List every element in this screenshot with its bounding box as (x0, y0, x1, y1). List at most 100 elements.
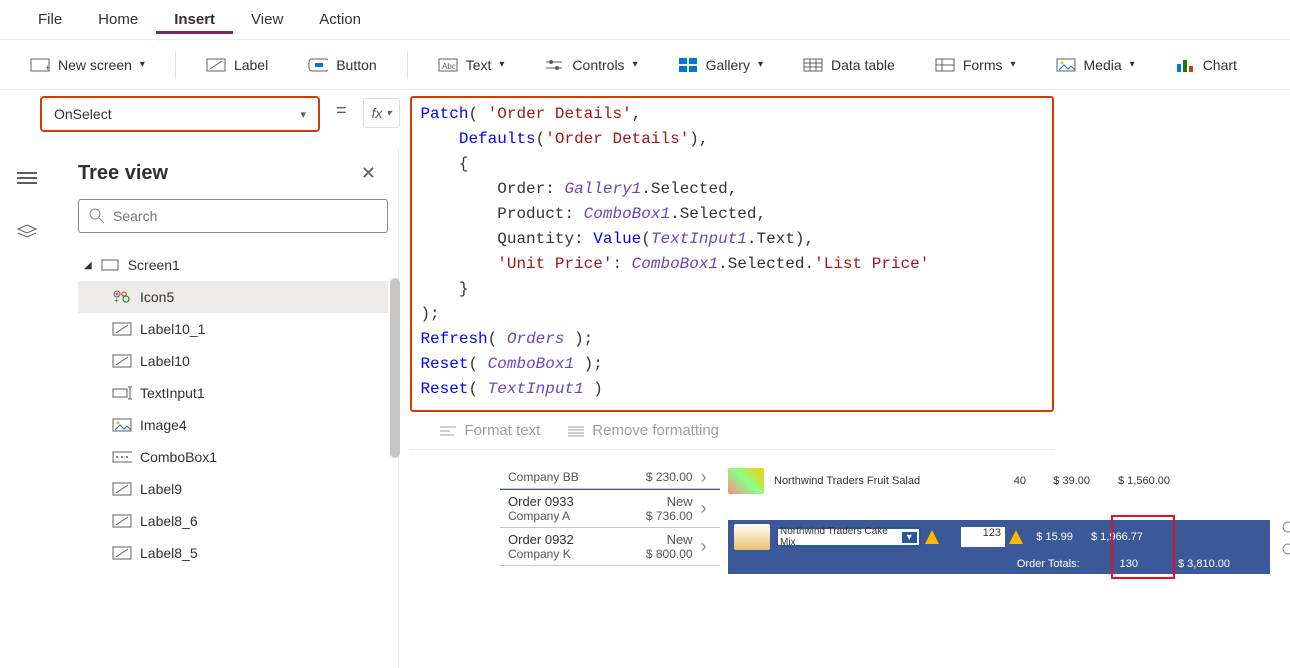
svg-text:+: + (45, 63, 50, 72)
label-icon (112, 353, 132, 369)
tree-item-icon5[interactable]: +Icon5 (78, 281, 388, 313)
separator (407, 51, 408, 79)
totals-label: Order Totals: (1017, 558, 1080, 570)
button-icon (308, 57, 328, 73)
chevron-down-icon: ▾ (758, 59, 763, 70)
menu-action[interactable]: Action (301, 5, 379, 34)
datatable-button[interactable]: Data table (793, 51, 905, 79)
tree-item-label8_5[interactable]: Label8_5 (78, 537, 388, 569)
gallery-btn-text: Gallery (706, 57, 750, 73)
chevron-right-icon: › (701, 536, 720, 557)
product-unit: $ 39.00 (1036, 475, 1090, 487)
close-icon[interactable]: ✕ (361, 163, 376, 184)
scrollbar[interactable] (390, 278, 400, 458)
gallery-icon (678, 57, 698, 73)
textinput-icon (112, 385, 132, 401)
combo-value: Northwind Traders Cake Mix (780, 526, 902, 548)
controls-btn-text: Controls (572, 57, 624, 73)
label-btn-text: Label (234, 57, 268, 73)
product-name: Northwind Traders Fruit Salad (774, 475, 974, 487)
menubar: File Home Insert View Action (0, 0, 1290, 40)
edit-row: Northwind Traders Cake Mix ▾ 123 $ 15.99… (728, 520, 1270, 554)
media-icon (1056, 57, 1076, 73)
remove-formatting-button[interactable]: Remove formatting (568, 422, 719, 439)
tree-item-combobox1[interactable]: ComboBox1 (78, 441, 388, 473)
format-icon (440, 425, 456, 437)
menu-view[interactable]: View (233, 5, 301, 34)
search-field[interactable] (113, 208, 377, 224)
warning-icon (925, 530, 939, 544)
datatable-btn-text: Data table (831, 57, 895, 73)
chevron-down-icon: ▾ (300, 108, 306, 121)
media-btn-text: Media (1084, 57, 1122, 73)
forms-button[interactable]: Forms ▾ (925, 51, 1026, 79)
menu-insert[interactable]: Insert (156, 5, 233, 34)
chevron-right-icon: › (701, 467, 720, 488)
fx-label: fx (372, 105, 383, 121)
product-image (728, 468, 764, 494)
format-text-label: Format text (464, 422, 540, 439)
media-button[interactable]: Media ▾ (1046, 51, 1145, 79)
order-row[interactable]: Order 0932NewCompany K$ 800.00› (500, 528, 720, 566)
icon-icon: + (112, 289, 132, 305)
layers-icon[interactable] (16, 224, 38, 240)
gallery-button[interactable]: Gallery ▾ (668, 51, 773, 79)
tree-item-label8_6[interactable]: Label8_6 (78, 505, 388, 537)
text-icon: Abc (438, 57, 458, 73)
qty-input[interactable]: 123 (961, 527, 1005, 547)
tree-item-label10_1[interactable]: Label10_1 (78, 313, 388, 345)
search-input[interactable] (78, 199, 388, 233)
tree-root[interactable]: ◢ Screen1 (78, 249, 388, 281)
warning-icon (1009, 530, 1023, 544)
tree-view-panel: Tree view ✕ ◢ Screen1 +Icon5 Label10_1 Lab… (54, 148, 399, 668)
forms-icon (935, 57, 955, 73)
remove-formatting-label: Remove formatting (592, 422, 719, 439)
tree-title: Tree view (78, 162, 168, 185)
button-button[interactable]: Button (298, 51, 386, 79)
chart-btn-text: Chart (1203, 57, 1237, 73)
text-btn-text: Text (466, 57, 492, 73)
fx-button[interactable]: fx ▾ (363, 98, 401, 128)
svg-text:+: + (114, 296, 119, 304)
tree-root-label: Screen1 (128, 257, 180, 273)
tree-item-label: Label8_6 (140, 513, 198, 529)
product-total: $ 1,560.00 (1100, 475, 1170, 487)
tree-item-label9[interactable]: Label9 (78, 473, 388, 505)
menu-file[interactable]: File (20, 5, 80, 34)
property-dropdown[interactable]: OnSelect ▾ (40, 96, 320, 132)
new-screen-label: New screen (58, 57, 132, 73)
label-icon (112, 481, 132, 497)
screen-icon: + (30, 57, 50, 73)
tree-item-label: Label10_1 (140, 321, 205, 337)
new-screen-button[interactable]: + New screen ▾ (20, 51, 155, 79)
search-icon (89, 208, 105, 224)
add-icon[interactable] (1276, 518, 1290, 558)
label-button[interactable]: Label (196, 51, 278, 79)
text-button[interactable]: Abc Text ▾ (428, 51, 515, 79)
tree-item-label10[interactable]: Label10 (78, 345, 388, 377)
label-icon (112, 321, 132, 337)
highlight-box (1111, 515, 1175, 579)
order-row[interactable]: Order 0933NewCompany A$ 736.00› (500, 489, 720, 528)
tree-item-textinput1[interactable]: TextInput1 (78, 377, 388, 409)
chevron-down-icon: ▾ (633, 59, 638, 70)
combo-icon (112, 449, 132, 465)
tree-item-label: ComboBox1 (140, 449, 217, 465)
formula-tools: Format text Remove formatting (410, 412, 1054, 450)
screen-icon (100, 257, 120, 273)
chevron-down-icon: ▾ (1130, 59, 1135, 70)
formula-editor[interactable]: Patch( 'Order Details', Defaults('Order … (410, 96, 1054, 412)
menu-home[interactable]: Home (80, 5, 156, 34)
chevron-down-icon: ▾ (499, 59, 504, 70)
label-icon (112, 545, 132, 561)
product-combo[interactable]: Northwind Traders Cake Mix ▾ (776, 527, 921, 547)
hamburger-icon[interactable] (16, 170, 38, 186)
label-icon (112, 513, 132, 529)
tree-item-image4[interactable]: Image4 (78, 409, 388, 441)
format-text-button[interactable]: Format text (440, 422, 540, 439)
order-row[interactable]: Company BB$ 230.00› (500, 466, 720, 489)
chevron-down-icon: ▾ (140, 59, 145, 70)
controls-button[interactable]: Controls ▾ (534, 51, 647, 79)
equals-sign: = (330, 96, 353, 121)
chart-button[interactable]: Chart (1165, 51, 1247, 79)
